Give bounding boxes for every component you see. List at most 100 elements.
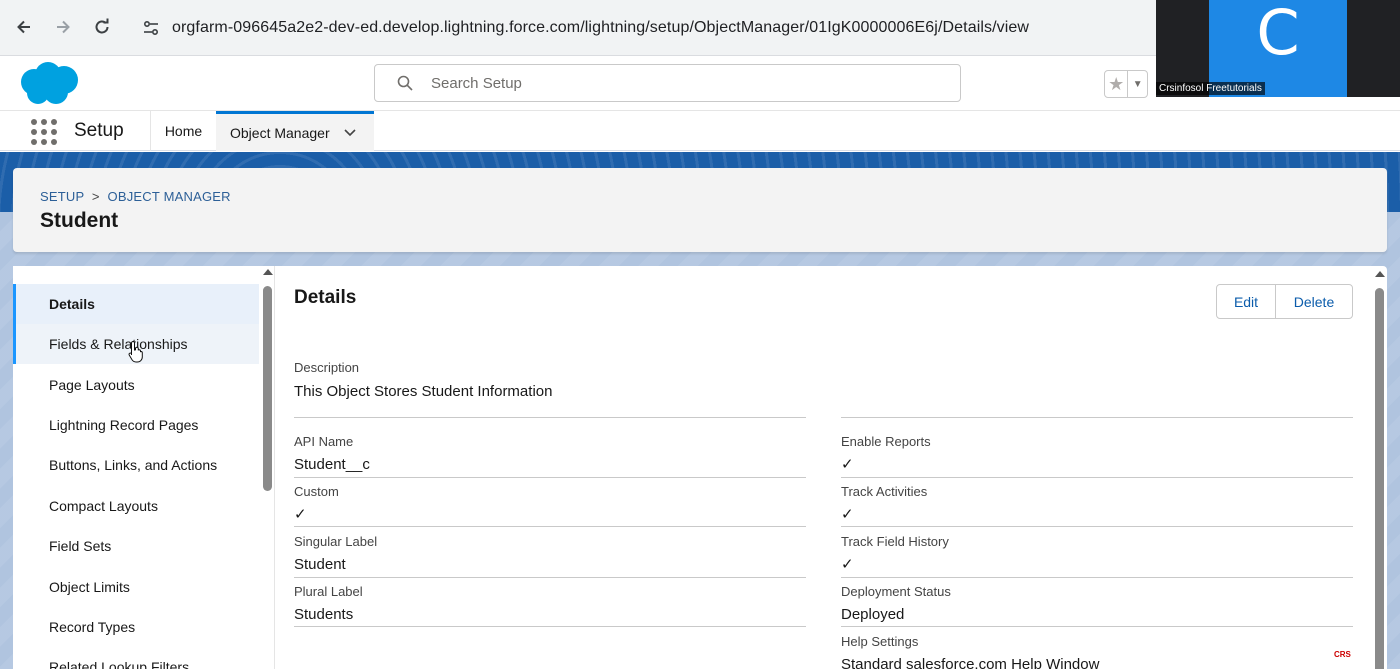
checkmark-icon: ✓ <box>841 456 854 473</box>
divider <box>294 626 806 627</box>
sidebar-item-label: Compact Layouts <box>49 498 158 514</box>
sidebar-item-label: Related Lookup Filters <box>49 659 190 669</box>
scrollbar-thumb[interactable] <box>263 286 272 491</box>
checkmark-icon: ✓ <box>841 556 854 573</box>
sidebar-item-label: Page Layouts <box>49 377 135 393</box>
search-icon <box>397 75 413 91</box>
hand-cursor-icon <box>128 340 143 363</box>
breadcrumb-object-manager[interactable]: OBJECT MANAGER <box>108 189 231 204</box>
sidebar-item-compact-layouts[interactable]: Compact Layouts <box>13 486 259 526</box>
forward-button[interactable] <box>48 12 78 42</box>
field-label: API Name <box>294 434 354 449</box>
tab-home[interactable]: Home <box>151 111 216 151</box>
details-section: Details Edit Delete Description This Obj… <box>276 266 1387 669</box>
field-api-name: API Name Student__c <box>294 434 806 473</box>
favorite-star-icon[interactable]: ★ <box>1105 71 1129 97</box>
sidebar-item-label: Lightning Record Pages <box>49 417 199 433</box>
breadcrumb-setup[interactable]: SETUP <box>40 189 84 204</box>
field-description: Description This Object Stores Student I… <box>294 360 806 400</box>
search-input[interactable] <box>431 74 911 92</box>
favorites-dropdown-icon[interactable]: ▼ <box>1128 71 1147 97</box>
reload-button[interactable] <box>87 12 117 42</box>
sidebar-item-lightning-record-pages[interactable]: Lightning Record Pages <box>13 405 259 445</box>
field-value: Students <box>294 606 354 623</box>
channel-watermark: CRS <box>1334 650 1351 659</box>
sidebar-item-label: Object Limits <box>49 579 130 595</box>
participant-name: Crsinfosol Freetutorials <box>1156 82 1265 95</box>
breadcrumb-separator: > <box>91 189 100 204</box>
tab-object-manager[interactable]: Object Manager <box>216 111 374 151</box>
field-label: Custom <box>294 484 339 499</box>
divider <box>841 477 1353 478</box>
back-arrow-icon <box>17 20 30 34</box>
scrollbar-thumb[interactable] <box>1375 288 1384 669</box>
sidebar-item-object-limits[interactable]: Object Limits <box>13 567 259 607</box>
sidebar-item-label: Field Sets <box>49 538 112 554</box>
app-name: Setup <box>74 120 124 141</box>
details-scrollbar[interactable] <box>1374 266 1386 669</box>
sidebar-scrollbar[interactable] <box>262 266 274 669</box>
sidebar-item-field-sets[interactable]: Field Sets <box>13 526 259 566</box>
sidebar-item-related-lookup-filters[interactable]: Related Lookup Filters <box>13 647 259 669</box>
object-sidebar: Details Fields & Relationships Page Layo… <box>13 266 275 669</box>
field-label: Enable Reports <box>841 434 931 449</box>
sidebar-item-record-types[interactable]: Record Types <box>13 607 259 647</box>
field-singular-label: Singular Label Student <box>294 534 806 573</box>
app-launcher-icon[interactable] <box>31 119 57 145</box>
divider <box>294 477 806 478</box>
field-enable-reports: Enable Reports ✓ <box>841 434 1353 473</box>
edit-button[interactable]: Edit <box>1217 285 1276 318</box>
field-value: This Object Stores Student Information <box>294 383 553 400</box>
field-value: Standard salesforce.com Help Window <box>841 656 1100 669</box>
site-settings-icon[interactable] <box>142 19 160 37</box>
field-value: Deployed <box>841 606 905 623</box>
forward-arrow-icon <box>57 20 70 34</box>
reload-icon <box>95 18 109 34</box>
favorites-group: ★ ▼ <box>1104 70 1148 98</box>
video-call-overlay: C Crsinfosol Freetutorials <box>1156 0 1400 97</box>
chevron-down-icon[interactable] <box>344 126 356 140</box>
field-value: Student <box>294 556 346 573</box>
field-help-settings: Help Settings Standard salesforce.com He… <box>841 634 1353 669</box>
salesforce-cloud-logo[interactable] <box>16 60 82 108</box>
checkmark-icon: ✓ <box>294 506 307 523</box>
delete-button[interactable]: Delete <box>1276 285 1352 318</box>
field-value: Student__c <box>294 456 370 473</box>
address-bar[interactable]: orgfarm-096645a2e2-dev-ed.develop.lightn… <box>132 8 1172 48</box>
field-label: Plural Label <box>294 584 363 599</box>
app-navigation: Setup Home Object Manager <box>0 111 1400 151</box>
field-label: Singular Label <box>294 534 378 549</box>
divider <box>841 626 1353 627</box>
field-track-field-history: Track Field History ✓ <box>841 534 1353 573</box>
sidebar-item-label: Details <box>49 296 95 312</box>
sidebar-item-details[interactable]: Details <box>13 284 259 324</box>
divider <box>294 417 806 418</box>
field-label: Deployment Status <box>841 584 951 599</box>
field-label: Track Activities <box>841 484 928 499</box>
checkmark-icon: ✓ <box>841 506 854 523</box>
sidebar-item-label: Buttons, Links, and Actions <box>49 457 218 473</box>
field-custom: Custom ✓ <box>294 484 806 523</box>
sidebar-item-buttons-links-actions[interactable]: Buttons, Links, and Actions <box>13 445 259 485</box>
field-plural-label: Plural Label Students <box>294 584 806 623</box>
url-text[interactable]: orgfarm-096645a2e2-dev-ed.develop.lightn… <box>172 19 1029 37</box>
breadcrumb: SETUP > OBJECT MANAGER <box>40 189 231 204</box>
field-label: Track Field History <box>841 534 949 549</box>
divider <box>841 577 1353 578</box>
field-track-activities: Track Activities ✓ <box>841 484 1353 523</box>
scroll-up-arrow-icon[interactable] <box>263 269 273 275</box>
action-button-group: Edit Delete <box>1216 284 1353 319</box>
scroll-up-arrow-icon[interactable] <box>1375 271 1385 277</box>
field-label: Help Settings <box>841 634 919 649</box>
back-button[interactable] <box>9 12 39 42</box>
section-title: Details <box>294 287 357 308</box>
sidebar-item-page-layouts[interactable]: Page Layouts <box>13 365 259 405</box>
main-panel: Details Fields & Relationships Page Layo… <box>13 266 1387 669</box>
participant-avatar: C <box>1256 0 1300 69</box>
search-setup-box[interactable] <box>374 64 961 102</box>
field-deployment-status: Deployment Status Deployed <box>841 584 1353 623</box>
page-header: SETUP > OBJECT MANAGER Student <box>13 168 1387 252</box>
divider <box>841 526 1353 527</box>
field-label: Description <box>294 360 360 375</box>
divider <box>294 526 806 527</box>
